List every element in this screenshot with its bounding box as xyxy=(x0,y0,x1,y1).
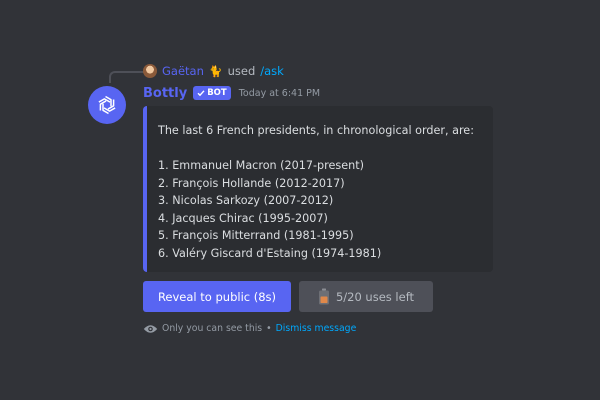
replied-username[interactable]: Gaëtan xyxy=(162,64,204,78)
openai-logo-icon xyxy=(98,95,116,115)
replied-user-avatar[interactable] xyxy=(143,64,157,78)
message-timestamp[interactable]: Today at 6:41 PM xyxy=(239,88,320,99)
embed-spacer xyxy=(158,140,481,158)
response-embed: The last 6 French presidents, in chronol… xyxy=(143,106,493,272)
eye-icon xyxy=(143,324,158,333)
bot-username[interactable]: Bottly xyxy=(143,86,187,101)
checkmark-icon xyxy=(197,90,205,97)
slash-command-link[interactable]: /ask xyxy=(260,64,284,78)
bot-tag-label: BOT xyxy=(207,88,227,98)
uses-left-button[interactable]: 5/20 uses left xyxy=(299,281,433,312)
list-item: 5. François Mitterrand (1981-1995) xyxy=(158,229,354,242)
message-header: Bottly BOT Today at 6:41 PM xyxy=(143,84,320,102)
dismiss-message-link[interactable]: Dismiss message xyxy=(276,323,357,334)
list-item: 4. Jacques Chirac (1995-2007) xyxy=(158,211,328,225)
reply-connector-line xyxy=(109,71,144,83)
bot-tag: BOT xyxy=(193,86,231,100)
ephemeral-note: Only you can see this xyxy=(162,323,263,334)
list-item: 2. François Hollande (2012-2017) xyxy=(158,176,345,190)
battery-icon xyxy=(318,288,329,305)
ephemeral-separator: • xyxy=(266,323,272,334)
list-item: 1. Emmanuel Macron (2017-present) xyxy=(158,159,364,172)
list-item: 3. Nicolas Sarkozy (2007-2012) xyxy=(158,194,334,207)
cat-emoji: 🐈 xyxy=(208,64,223,78)
embed-intro: The last 6 French presidents, in chronol… xyxy=(158,124,474,137)
uses-left-label: 5/20 uses left xyxy=(335,289,415,304)
reply-action-text: used xyxy=(227,64,256,78)
reveal-to-public-button[interactable]: Reveal to public (8s) xyxy=(143,281,291,312)
ephemeral-notice: Only you can see this • Dismiss message xyxy=(143,323,356,334)
reply-context[interactable]: Gaëtan 🐈 used /ask xyxy=(143,62,284,80)
reveal-button-label: Reveal to public (8s) xyxy=(157,289,277,304)
bot-avatar[interactable] xyxy=(88,86,126,124)
action-buttons: Reveal to public (8s) 5/20 uses left xyxy=(143,281,433,312)
list-item: 6. Valéry Giscard d'Estaing (1974-1981) xyxy=(158,246,382,260)
